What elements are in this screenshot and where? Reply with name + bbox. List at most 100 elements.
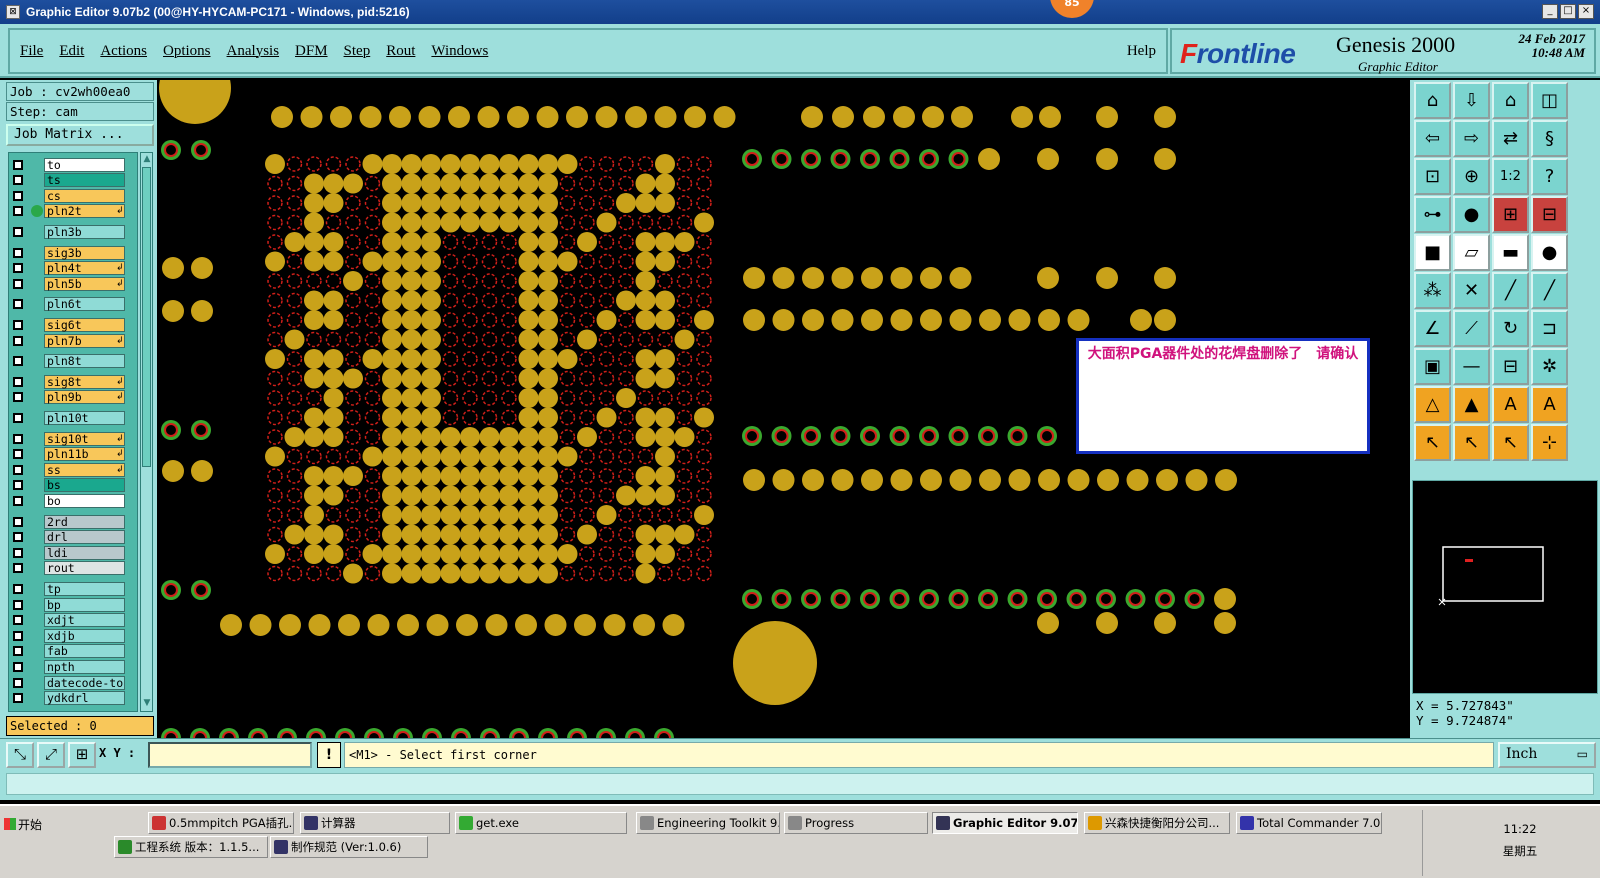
- menu-help[interactable]: Help: [1127, 43, 1156, 60]
- layer-checkbox[interactable]: [13, 159, 23, 170]
- taskbar-button[interactable]: 计算器: [300, 812, 450, 834]
- layer-row[interactable]: ss ↲: [9, 462, 139, 477]
- taskbar-button[interactable]: Progress: [784, 812, 928, 834]
- layer-row[interactable]: pln2t ↲: [9, 204, 139, 219]
- layer-checkbox[interactable]: [13, 480, 23, 491]
- layer-checkbox[interactable]: [13, 392, 23, 403]
- layer-name[interactable]: bo: [44, 493, 125, 508]
- triangle-up-icon[interactable]: ▲: [1453, 386, 1490, 423]
- layer-row[interactable]: sig3b: [9, 245, 139, 260]
- menu-rout[interactable]: Rout: [386, 43, 415, 60]
- layer-checkbox[interactable]: [13, 263, 23, 274]
- rectangle-icon[interactable]: ▱: [1453, 234, 1490, 271]
- layer-row[interactable]: ts: [9, 173, 139, 188]
- triangle-icon[interactable]: △: [1414, 386, 1451, 423]
- layer-checkbox[interactable]: [13, 563, 23, 574]
- layer-checkbox[interactable]: [13, 495, 23, 506]
- window-icon[interactable]: ◫: [1531, 82, 1568, 119]
- layer-name[interactable]: drl: [44, 530, 125, 545]
- taskbar-button[interactable]: get.exe: [455, 812, 627, 834]
- layer-row[interactable]: to: [9, 157, 139, 172]
- pad-icon[interactable]: ●: [1453, 196, 1490, 233]
- layer-name[interactable]: pln11b: [44, 447, 125, 462]
- cross-icon[interactable]: ✕: [1453, 272, 1490, 309]
- minimize-button[interactable]: _: [1542, 4, 1558, 19]
- pan-down-icon[interactable]: ⇩: [1453, 82, 1490, 119]
- layer-checkbox[interactable]: [13, 175, 23, 186]
- connect-icon[interactable]: ⁂: [1414, 272, 1451, 309]
- layer-checkbox[interactable]: [13, 516, 23, 527]
- layer-row[interactable]: bo: [9, 493, 139, 508]
- select-net-icon[interactable]: ⊹: [1531, 424, 1568, 461]
- layer-checkbox[interactable]: [13, 661, 23, 672]
- help-icon[interactable]: ?: [1531, 158, 1568, 195]
- layer-name[interactable]: pln6t: [44, 297, 125, 312]
- layer-checkbox[interactable]: [13, 615, 23, 626]
- layer-row[interactable]: bs: [9, 478, 139, 493]
- menu-dfm[interactable]: DFM: [295, 43, 328, 60]
- layer-name[interactable]: ldi: [44, 545, 125, 560]
- layer-checkbox[interactable]: [13, 599, 23, 610]
- zoom-in-icon[interactable]: ⊕: [1453, 158, 1490, 195]
- layer-checkbox[interactable]: [13, 206, 23, 217]
- layer-row[interactable]: sig8t ↲: [9, 374, 139, 389]
- layer-name[interactable]: pln8t: [44, 354, 125, 369]
- layer-name[interactable]: pln5b: [44, 276, 125, 291]
- menu-options[interactable]: Options: [163, 43, 211, 60]
- mirror-icon[interactable]: ⇄: [1492, 120, 1529, 157]
- layer-name[interactable]: sig3b: [44, 245, 125, 260]
- note-popup[interactable]: 大面积PGA器件处的花焊盘删除了 请确认: [1076, 338, 1370, 454]
- layer-row[interactable]: tp: [9, 581, 139, 596]
- layer-name[interactable]: bs: [44, 478, 125, 493]
- warning-icon[interactable]: !: [317, 742, 341, 768]
- menu-edit[interactable]: Edit: [59, 43, 84, 60]
- units-select[interactable]: Inch ▭: [1498, 742, 1596, 768]
- cluster-icon[interactable]: ✲: [1531, 348, 1568, 385]
- taskbar-button[interactable]: 兴森快捷衡阳分公司...: [1084, 812, 1230, 834]
- layer-row[interactable]: sig6t: [9, 317, 139, 332]
- arc-rotate-icon[interactable]: Α: [1531, 386, 1568, 423]
- layer-row[interactable]: datecode-to: [9, 675, 139, 690]
- layer-row[interactable]: xdjt: [9, 613, 139, 628]
- layer-name[interactable]: fab: [44, 644, 125, 659]
- grid-tool-icon[interactable]: ⊞: [68, 742, 96, 768]
- layer-row[interactable]: pln3b: [9, 224, 139, 239]
- layer-name[interactable]: bp: [44, 597, 125, 612]
- layer-row[interactable]: pln10t: [9, 410, 139, 425]
- layer-checkbox[interactable]: [13, 677, 23, 688]
- frame-icon[interactable]: ⊟: [1492, 348, 1529, 385]
- layer-name[interactable]: pln9b: [44, 390, 125, 405]
- scroll-down-icon[interactable]: ▼: [142, 698, 152, 710]
- layer-row[interactable]: sig10t ↲: [9, 431, 139, 446]
- layer-checkbox[interactable]: [13, 190, 23, 201]
- circle-icon[interactable]: ●: [1531, 234, 1568, 271]
- layer-checkbox[interactable]: [13, 464, 23, 475]
- layer-row[interactable]: pln9b ↲: [9, 390, 139, 405]
- layer-row[interactable]: ydkdrl: [9, 691, 139, 706]
- taskbar-button[interactable]: 制作规范 (Ver:1.0.6): [270, 836, 428, 858]
- ruler-icon[interactable]: ▬: [1492, 234, 1529, 271]
- layer-row[interactable]: fab: [9, 644, 139, 659]
- diagonal-icon[interactable]: ⟋: [1453, 310, 1490, 347]
- layer-name[interactable]: sig8t: [44, 374, 125, 389]
- layer-name[interactable]: ydkdrl: [44, 691, 125, 706]
- layer-checkbox[interactable]: [13, 547, 23, 558]
- measure-icon[interactable]: ⊶: [1414, 196, 1451, 233]
- line-icon[interactable]: ╱: [1492, 272, 1529, 309]
- layer-row[interactable]: bp: [9, 597, 139, 612]
- rotate-icon[interactable]: ↻: [1492, 310, 1529, 347]
- taskbar-button[interactable]: 0.5mmpitch PGA插孔...: [148, 812, 294, 834]
- minimap[interactable]: [1412, 480, 1598, 694]
- layer-checkbox[interactable]: [13, 319, 23, 330]
- taskbar-button[interactable]: Total Commander 7.0 p...: [1236, 812, 1382, 834]
- layer-checkbox[interactable]: [13, 693, 23, 704]
- layer-name[interactable]: sig6t: [44, 317, 125, 332]
- layer-checkbox[interactable]: [13, 226, 23, 237]
- layer-name[interactable]: sig10t: [44, 431, 125, 446]
- square-icon[interactable]: ■: [1414, 234, 1451, 271]
- scale-1-2-icon[interactable]: 1:2: [1492, 158, 1529, 195]
- menu-windows[interactable]: Windows: [431, 43, 488, 60]
- pan-tool-icon[interactable]: ⤡: [6, 742, 34, 768]
- maximize-button[interactable]: □: [1560, 4, 1576, 19]
- xy-input[interactable]: [148, 742, 312, 768]
